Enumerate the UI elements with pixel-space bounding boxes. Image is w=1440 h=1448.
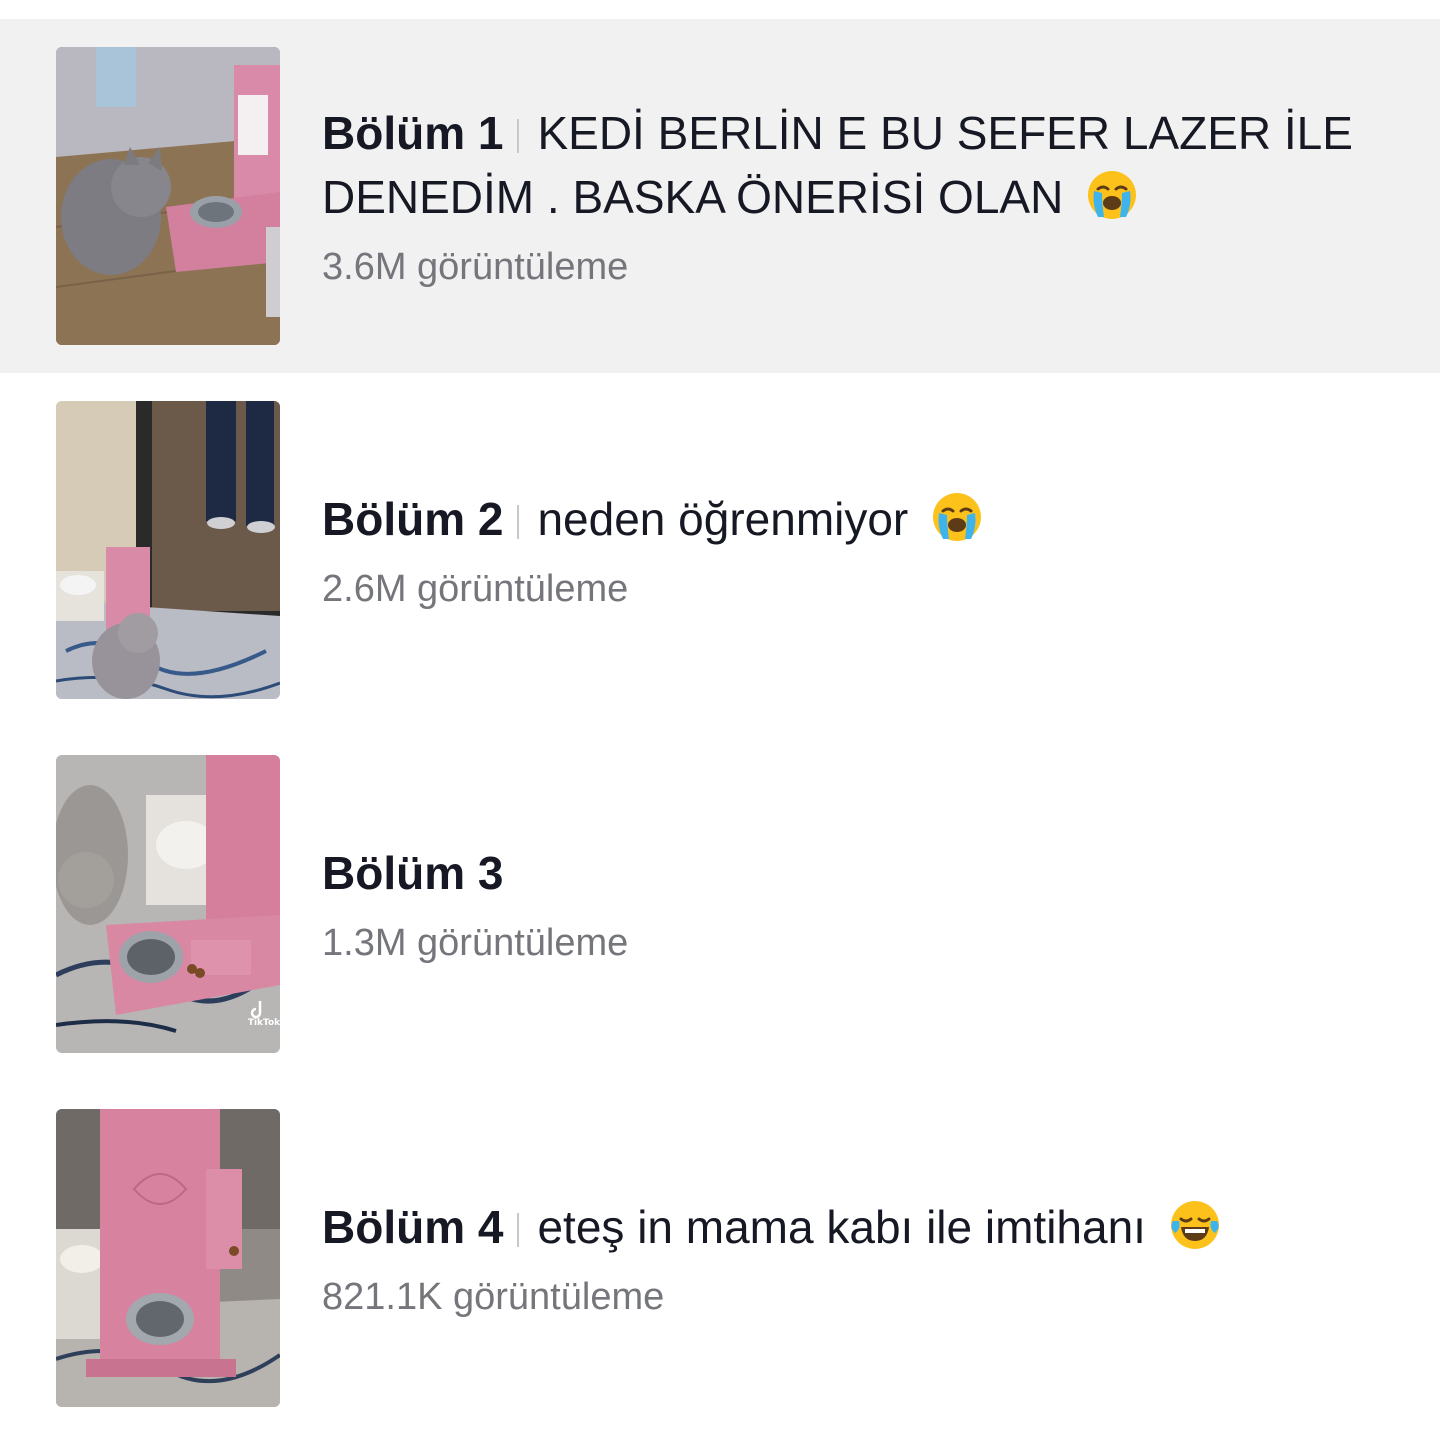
episode-thumbnail[interactable]: TikTok bbox=[56, 755, 280, 1053]
tears-of-joy-face-icon bbox=[1167, 1197, 1223, 1253]
episode-number: Bölüm 2 bbox=[322, 493, 504, 545]
title-separator bbox=[517, 1213, 520, 1247]
tiktok-watermark: TikTok bbox=[248, 1018, 280, 1028]
view-count: 2.6M görüntüleme bbox=[322, 568, 629, 610]
episode-thumbnail[interactable] bbox=[56, 47, 280, 345]
episode-thumbnail[interactable] bbox=[56, 1109, 280, 1407]
episode-list: Bölüm 1 KEDİ BERLİN E BU SEFER LAZER İLE … bbox=[0, 0, 1440, 1448]
view-count: 1.3M görüntüleme bbox=[322, 922, 629, 964]
episode-title: Bölüm 3 bbox=[322, 841, 1384, 905]
episode-info: Bölüm 2 neden öğrenmiyor 2.6M görüntüleme bbox=[322, 373, 1384, 727]
episode-info: Bölüm 4 eteş in mama kabı ile imtihanı 82… bbox=[322, 1081, 1384, 1435]
view-count: 3.6M görüntüleme bbox=[322, 246, 629, 288]
episode-caption: neden öğrenmiyor bbox=[537, 493, 909, 545]
crying-face-icon bbox=[929, 489, 985, 545]
episode-item-4[interactable]: Bölüm 4 eteş in mama kabı ile imtihanı 82… bbox=[0, 1081, 1440, 1435]
episode-number: Bölüm 4 bbox=[322, 1201, 504, 1253]
episode-title: Bölüm 2 neden öğrenmiyor bbox=[322, 487, 1384, 551]
crying-face-icon bbox=[1084, 167, 1140, 223]
thumbnail-image-cat-feeder bbox=[56, 47, 280, 345]
episode-info: Bölüm 3 1.3M görüntüleme bbox=[322, 727, 1384, 1081]
episode-info: Bölüm 1 KEDİ BERLİN E BU SEFER LAZER İLE … bbox=[322, 19, 1384, 373]
episode-number: Bölüm 3 bbox=[322, 847, 504, 899]
episode-thumbnail[interactable] bbox=[56, 401, 280, 699]
title-separator bbox=[517, 119, 520, 153]
episode-title: Bölüm 4 eteş in mama kabı ile imtihanı bbox=[322, 1195, 1384, 1259]
episode-item-2[interactable]: Bölüm 2 neden öğrenmiyor 2.6M görüntüleme bbox=[0, 373, 1440, 727]
view-count: 821.1K görüntüleme bbox=[322, 1276, 665, 1318]
title-separator bbox=[517, 505, 520, 539]
thumbnail-image-cat-feeder bbox=[56, 401, 280, 699]
episode-item-3[interactable]: TikTok Bölüm 3 1.3M görüntüleme bbox=[0, 727, 1440, 1081]
episode-number: Bölüm 1 bbox=[322, 107, 504, 159]
episode-caption: eteş in mama kabı ile imtihanı bbox=[537, 1201, 1146, 1253]
thumbnail-image-cat-feeder bbox=[56, 1109, 280, 1407]
thumbnail-image-cat-feeder: TikTok bbox=[56, 755, 280, 1053]
episode-title: Bölüm 1 KEDİ BERLİN E BU SEFER LAZER İLE … bbox=[322, 101, 1384, 229]
episode-item-1[interactable]: Bölüm 1 KEDİ BERLİN E BU SEFER LAZER İLE … bbox=[0, 19, 1440, 373]
